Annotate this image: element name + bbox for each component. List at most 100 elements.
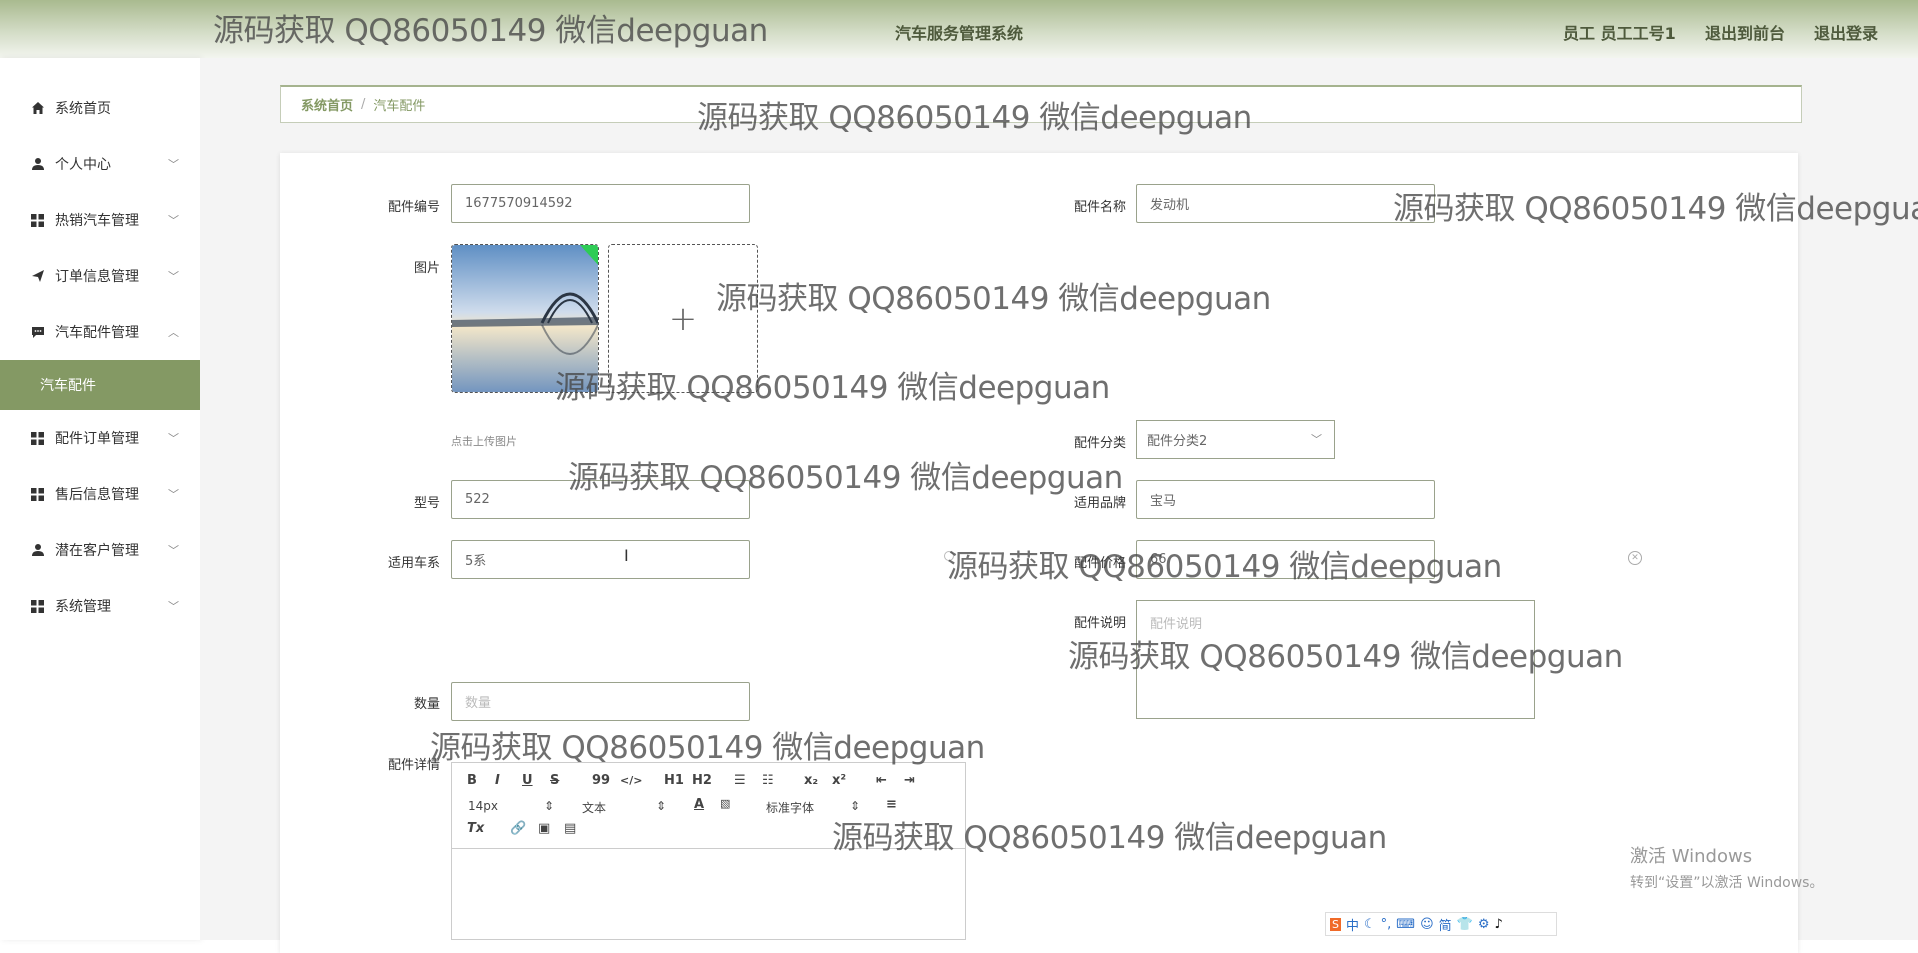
bullet-list-icon[interactable]: ☷	[762, 773, 774, 788]
app-title: 汽车服务管理系统	[895, 24, 1024, 43]
top-header: 汽车服务管理系统 员工 员工工号1 退出到前台 退出登录	[0, 0, 1918, 58]
chevron-down-icon: ﹀	[168, 158, 179, 171]
chevron-updown-icon: ⇕	[850, 799, 861, 813]
part-name-input[interactable]: 发动机	[1136, 184, 1435, 223]
simplified-chinese[interactable]: 简	[1439, 915, 1452, 934]
upload-tip: 点击上传图片	[451, 435, 517, 448]
sidebar-item-part-orders[interactable]: 配件订单管理 ﹀	[0, 413, 200, 463]
clear-format-icon[interactable]: Tx	[467, 821, 484, 836]
grid-icon	[30, 213, 45, 228]
outdent-icon[interactable]: ⇤	[876, 773, 887, 788]
price-label: 配件价格	[1073, 556, 1126, 571]
bold-button[interactable]: B	[467, 773, 477, 788]
punctuation-icon[interactable]: °,	[1381, 917, 1392, 932]
details-label: 配件详情	[387, 758, 440, 773]
ime-mode[interactable]: 中	[1346, 915, 1359, 934]
model-label: 型号	[413, 496, 440, 511]
uploaded-image-thumbnail[interactable]	[451, 244, 599, 393]
sidebar-item-label: 售后信息管理	[55, 487, 139, 503]
price-input[interactable]: 66	[1136, 540, 1435, 579]
underline-button[interactable]: U	[522, 773, 533, 788]
sidebar-item-hot-cars[interactable]: 热销汽车管理 ﹀	[0, 195, 200, 245]
sidebar-item-personal[interactable]: 个人中心 ﹀	[0, 139, 200, 189]
clear-icon[interactable]: ✕	[1628, 551, 1642, 565]
chevron-down-icon: ﹀	[168, 600, 179, 613]
sidebar-item-label: 个人中心	[55, 157, 111, 173]
chevron-down-icon: ﹀	[168, 488, 179, 501]
skin-icon[interactable]: 👕	[1457, 917, 1473, 932]
italic-button[interactable]: I	[495, 773, 500, 788]
quantity-input[interactable]: 数量	[451, 682, 750, 721]
sidebar: 系统首页 个人中心 ﹀ 热销汽车管理 ﹀ 订单信息管理 ﹀ 汽车配件管理 ︿ 汽…	[0, 58, 200, 940]
chevron-down-icon: ﹀	[168, 270, 179, 283]
part-no-input[interactable]: 1677570914592	[451, 184, 750, 223]
category-select[interactable]: 配件分类2 ﹀	[1136, 420, 1335, 459]
upload-image-button[interactable]: +	[608, 244, 758, 393]
part-name-label: 配件名称	[1073, 200, 1126, 215]
blockquote-button[interactable]: 99	[592, 773, 610, 788]
ime-toolbar: S 中 ☾ °, ⌨ ☺ 简 👕 ⚙ ♪	[1325, 912, 1557, 936]
chevron-updown-icon: ⇕	[544, 799, 555, 813]
sidebar-subitem-parts[interactable]: 汽车配件	[0, 360, 200, 410]
superscript-button[interactable]: x²	[832, 773, 846, 788]
windows-activation-notice: 激活 Windows 转到“设置”以激活 Windows。	[1630, 842, 1823, 892]
sidebar-item-label: 潜在客户管理	[55, 543, 139, 559]
font-size-select[interactable]: 14px	[468, 799, 498, 813]
video-icon[interactable]: ▤	[564, 821, 576, 836]
align-icon[interactable]: ≡	[886, 797, 897, 812]
breadcrumb-home[interactable]: 系统首页	[301, 95, 353, 114]
category-value: 配件分类2	[1147, 434, 1208, 449]
chevron-down-icon: ﹀	[168, 544, 179, 557]
home-icon	[30, 101, 45, 116]
logout-link[interactable]: 退出登录	[1814, 20, 1878, 44]
sidebar-item-parts[interactable]: 汽车配件管理 ︿	[0, 307, 200, 357]
chevron-up-icon: ︿	[168, 326, 179, 339]
brand-input[interactable]: 宝马	[1136, 480, 1435, 519]
grid-icon	[30, 487, 45, 502]
ordered-list-icon[interactable]: ☰	[734, 773, 746, 788]
series-input[interactable]: 5系	[451, 540, 750, 579]
quantity-label: 数量	[413, 697, 440, 712]
sidebar-item-system[interactable]: 系统管理 ﹀	[0, 581, 200, 631]
text-cursor-icon: I	[624, 546, 629, 565]
background-color-icon[interactable]: ▧	[720, 797, 730, 810]
circle-icon	[944, 551, 954, 561]
description-textarea[interactable]: 配件说明	[1136, 600, 1535, 719]
image-icon[interactable]: ▣	[538, 821, 550, 836]
user-icon	[30, 157, 45, 172]
windows-activation-title: 激活 Windows	[1630, 846, 1753, 867]
keyboard-icon[interactable]: ⌨	[1396, 917, 1415, 932]
indent-icon[interactable]: ⇥	[904, 773, 915, 788]
chevron-down-icon: ﹀	[168, 432, 179, 445]
font-family-select[interactable]: 标准字体	[766, 799, 814, 816]
moon-icon[interactable]: ☾	[1364, 917, 1376, 932]
code-button[interactable]: </>	[620, 774, 642, 787]
sidebar-item-orders[interactable]: 订单信息管理 ﹀	[0, 251, 200, 301]
windows-activation-subtitle: 转到“设置”以激活 Windows。	[1630, 875, 1824, 891]
font-color-icon[interactable]: A	[694, 797, 704, 812]
model-input[interactable]: 522	[451, 480, 750, 519]
user-label[interactable]: 员工 员工工号1	[1563, 20, 1676, 44]
sidebar-item-label: 热销汽车管理	[55, 213, 139, 229]
subscript-button[interactable]: x₂	[804, 773, 818, 788]
back-to-frontend-link[interactable]: 退出到前台	[1705, 20, 1785, 44]
sidebar-item-after-sales[interactable]: 售后信息管理 ﹀	[0, 469, 200, 519]
sidebar-item-home[interactable]: 系统首页	[0, 83, 200, 133]
heading-select[interactable]: 文本	[582, 799, 606, 816]
link-icon[interactable]: 🔗	[510, 821, 526, 836]
person-icon[interactable]: ☺	[1420, 917, 1434, 932]
grid-icon	[30, 599, 45, 614]
sidebar-item-potential-customers[interactable]: 潜在客户管理 ﹀	[0, 525, 200, 575]
settings-icon[interactable]: ⚙	[1478, 917, 1490, 932]
grid-icon	[30, 431, 45, 446]
chevron-updown-icon: ⇕	[656, 799, 667, 813]
sidebar-item-label: 订单信息管理	[55, 269, 139, 285]
h1-button[interactable]: H1	[664, 773, 684, 788]
strike-button[interactable]: S	[550, 773, 559, 788]
breadcrumb-current: 汽车配件	[373, 99, 426, 114]
h2-button[interactable]: H2	[692, 773, 712, 788]
sidebar-item-label: 系统管理	[55, 599, 111, 615]
series-label: 适用车系	[387, 556, 440, 571]
tiktok-icon[interactable]: ♪	[1494, 917, 1502, 932]
chat-icon	[30, 325, 45, 340]
